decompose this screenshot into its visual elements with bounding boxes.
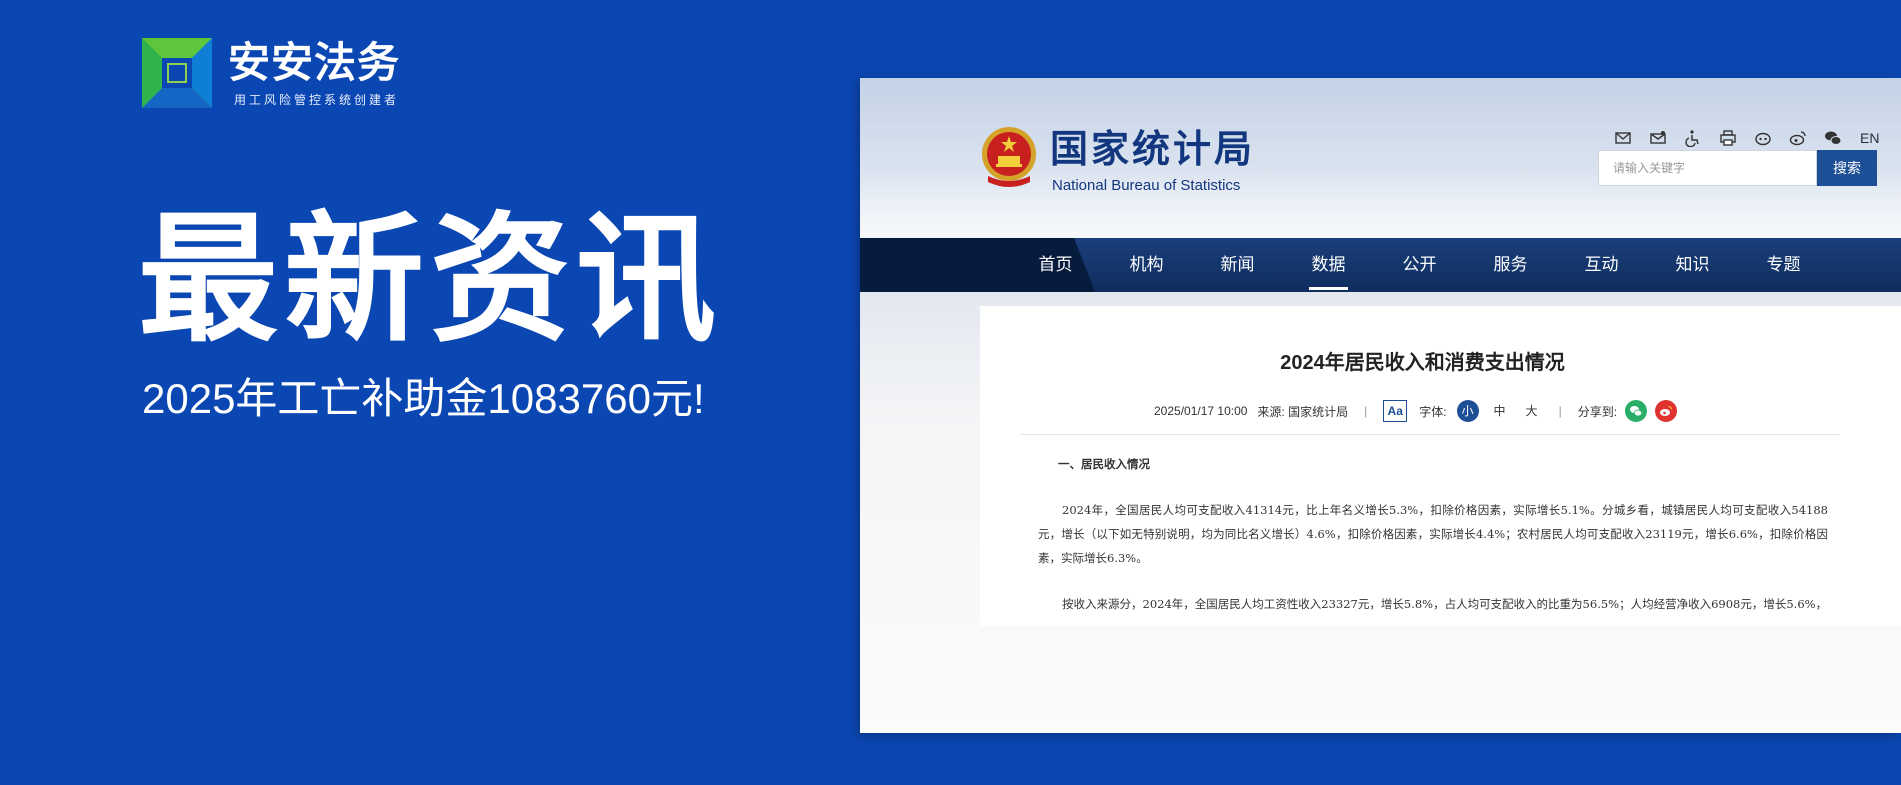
site-name-en: National Bureau of Statistics xyxy=(1052,177,1241,194)
search-button[interactable]: 搜索 xyxy=(1817,150,1877,186)
mail-icon[interactable] xyxy=(1611,126,1635,150)
font-size-small-button[interactable]: 小 xyxy=(1456,400,1479,422)
font-size-label: 字体: xyxy=(1419,404,1447,419)
website-screenshot: 国家统计局 National Bureau of Statistics EN 请… xyxy=(860,78,1901,733)
meta-separator: | xyxy=(1558,404,1562,418)
main-nav: 首页 机构 新闻 数据 公开 服务 互动 知识 专题 xyxy=(860,238,1901,292)
article-meta: 2025/01/17 10:00 来源: 国家统计局 | Aa 字体: 小 中 … xyxy=(1154,400,1678,422)
print-icon[interactable] xyxy=(1716,126,1740,150)
national-emblem-icon xyxy=(982,127,1036,187)
article-paragraph: 按收入来源分，2024年，全国居民人均工资性收入23327元，增长5.8%，占人… xyxy=(1062,597,1828,611)
brand-logo-icon xyxy=(142,38,212,108)
search-input[interactable]: 请输入关键字 xyxy=(1598,150,1817,186)
article: 2024年居民收入和消费支出情况 2025/01/17 10:00 来源: 国家… xyxy=(980,306,1901,626)
article-title: 2024年居民收入和消费支出情况 xyxy=(1280,352,1565,374)
article-divider xyxy=(1020,434,1840,435)
nav-item-topics[interactable]: 专题 xyxy=(1738,238,1829,292)
share-wechat-icon[interactable] xyxy=(1625,400,1648,422)
nav-item-services[interactable]: 服务 xyxy=(1465,238,1556,292)
wechat-icon[interactable] xyxy=(1821,126,1845,150)
article-date: 2025/01/17 10:00 xyxy=(1154,404,1248,418)
section-heading: 一、居民收入情况 xyxy=(1058,457,1150,471)
nav-item-home[interactable]: 首页 xyxy=(1010,238,1101,292)
brand-name: 安安法务 xyxy=(228,37,401,87)
article-source: 来源: 国家统计局 xyxy=(1257,404,1349,419)
mailbox-icon[interactable] xyxy=(1646,126,1670,150)
language-switch-link[interactable]: EN xyxy=(1860,130,1879,146)
brand-slogan: 用工风险管控系统创建者 xyxy=(234,92,400,107)
page-subheadline: 2025年工亡补助金1083760元! xyxy=(142,375,705,422)
robot-icon[interactable] xyxy=(1751,126,1775,150)
page-headline: 最新资讯 xyxy=(138,201,723,358)
accessibility-icon[interactable] xyxy=(1681,126,1705,150)
nav-item-knowledge[interactable]: 知识 xyxy=(1647,238,1738,292)
share-weibo-icon[interactable] xyxy=(1655,400,1678,422)
nav-item-data[interactable]: 数据 xyxy=(1283,238,1374,292)
nav-item-institutions[interactable]: 机构 xyxy=(1101,238,1192,292)
font-size-large-button[interactable]: 大 xyxy=(1521,400,1543,422)
brand-logo: 安安法务 用工风险管控系统创建者 xyxy=(142,38,400,108)
utility-toolbar: EN xyxy=(1611,126,1879,150)
site-name[interactable]: 国家统计局 xyxy=(1050,128,1255,172)
nav-item-disclosure[interactable]: 公开 xyxy=(1374,238,1465,292)
nav-item-news[interactable]: 新闻 xyxy=(1192,238,1283,292)
nav-item-interaction[interactable]: 互动 xyxy=(1556,238,1647,292)
article-body: 一、居民收入情况 2024年，全国居民人均可支配收入41314元，比上年名义增长… xyxy=(1038,452,1828,638)
meta-separator: | xyxy=(1364,404,1368,418)
font-size-medium-button[interactable]: 中 xyxy=(1489,400,1511,422)
weibo-icon[interactable] xyxy=(1786,126,1810,150)
article-paragraph: 2024年，全国居民人均可支配收入41314元，比上年名义增长5.3%，扣除价格… xyxy=(1038,503,1828,565)
font-size-toggle-button[interactable]: Aa xyxy=(1383,400,1408,422)
share-label: 分享到: xyxy=(1577,404,1618,419)
